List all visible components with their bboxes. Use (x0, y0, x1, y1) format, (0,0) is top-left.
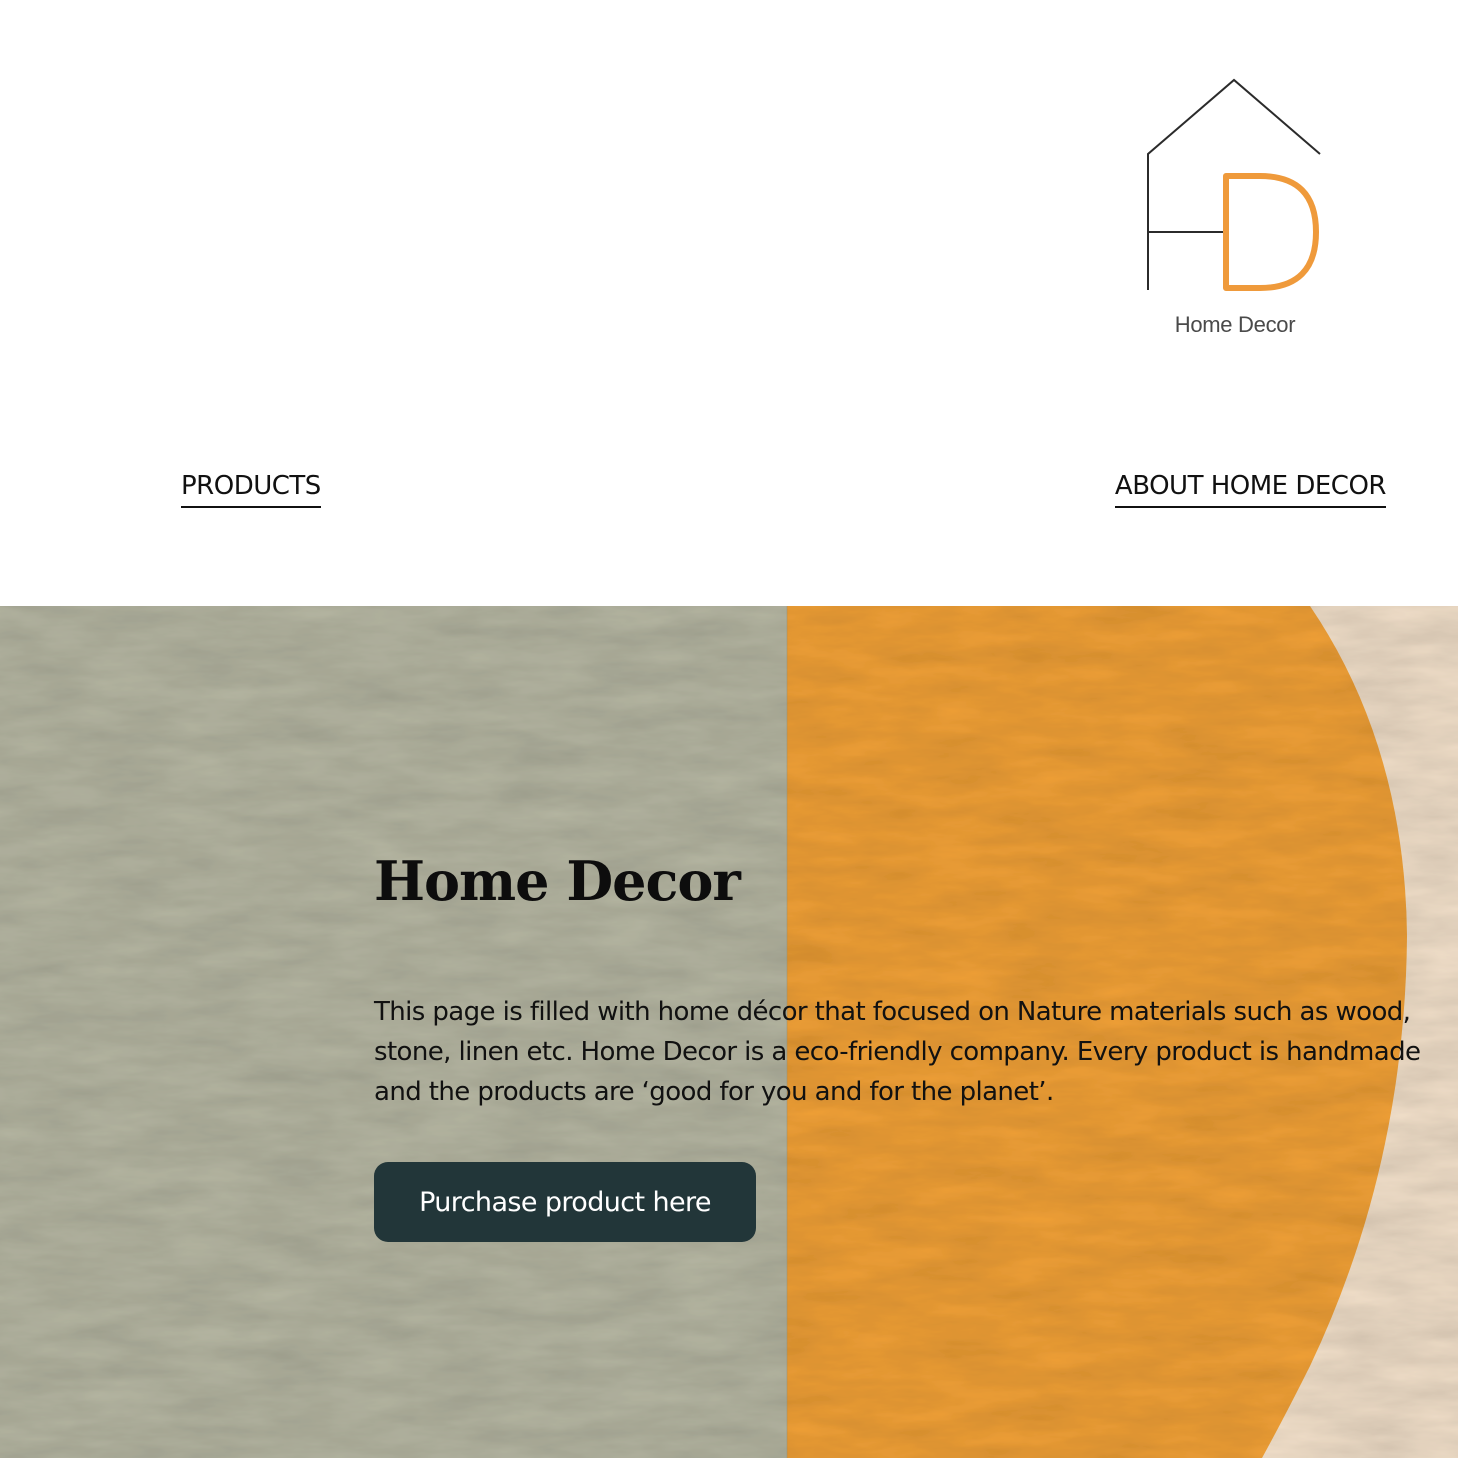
nav-about-link[interactable]: ABOUT HOME DECOR (1114, 470, 1387, 508)
nav-products-link[interactable]: PRODUCTS (181, 470, 321, 508)
hero-description: This page is filled with home décor that… (374, 997, 1421, 1107)
logo-text: Home Decor (1174, 312, 1296, 337)
house-logo-icon (1147, 78, 1321, 291)
purchase-button[interactable]: Purchase product here (374, 1162, 756, 1242)
page: Home Decor PRODUCTS ABOUT HOME DECOR Hom… (0, 0, 1458, 1458)
hero-title: Home Decor (374, 849, 741, 913)
home-decor-logo[interactable]: Home Decor (1140, 72, 1330, 347)
hero-banner: Home Decor This page is filled with home… (0, 606, 1458, 1458)
